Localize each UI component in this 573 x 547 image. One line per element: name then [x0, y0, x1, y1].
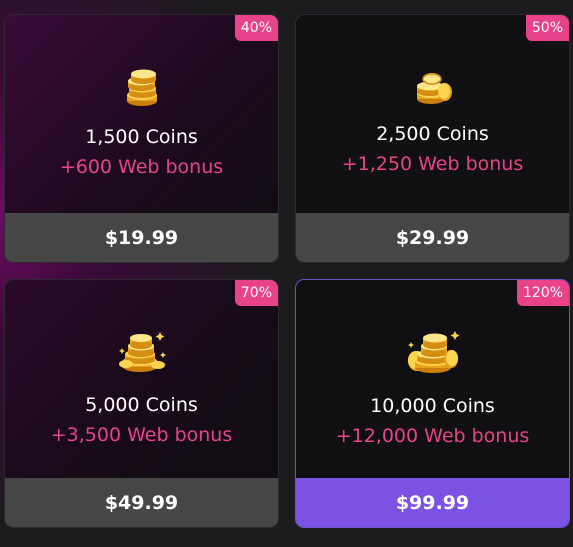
coin-heap-icon — [296, 328, 569, 374]
coin-package-2500[interactable]: 50% 2,500 Coins +1,250 Web bonus $29.99 — [295, 14, 570, 263]
discount-badge: 120% — [516, 280, 569, 306]
coins-amount: 1,500 Coins — [85, 126, 198, 148]
price: $29.99 — [395, 226, 470, 249]
discount-badge: 70% — [234, 280, 278, 306]
web-bonus: +3,500 Web bonus — [50, 424, 233, 446]
price-bar[interactable]: $49.99 — [5, 478, 278, 527]
coin-package-grid: 40% 1,500 Coins +600 Web bonus $19.99 50… — [0, 0, 573, 547]
coin-pile-icon — [5, 328, 278, 374]
price-bar[interactable]: $19.99 — [5, 213, 278, 262]
web-bonus: +1,250 Web bonus — [341, 153, 524, 175]
discount-badge: 50% — [525, 15, 569, 41]
price-bar[interactable]: $29.99 — [296, 213, 569, 262]
price-bar[interactable]: $99.99 — [296, 478, 569, 527]
coin-package-1500[interactable]: 40% 1,500 Coins +600 Web bonus $19.99 — [4, 14, 279, 263]
price: $49.99 — [104, 491, 179, 514]
coins-amount: 2,500 Coins — [376, 123, 489, 145]
web-bonus: +12,000 Web bonus — [335, 425, 530, 447]
web-bonus: +600 Web bonus — [59, 156, 224, 178]
price: $19.99 — [104, 226, 179, 249]
coins-amount: 5,000 Coins — [85, 394, 198, 416]
coin-stack-icon — [296, 69, 569, 105]
coin-package-10000[interactable]: 120% 10,000 Coins +12,000 Web bonus $99.… — [295, 279, 570, 528]
coin-package-5000[interactable]: 70% 5,000 Coins +3,500 Web bonus $49.99 — [4, 279, 279, 528]
coin-stack-icon — [5, 68, 278, 108]
price: $99.99 — [395, 491, 470, 514]
coins-amount: 10,000 Coins — [370, 395, 495, 417]
discount-badge: 40% — [234, 15, 278, 41]
